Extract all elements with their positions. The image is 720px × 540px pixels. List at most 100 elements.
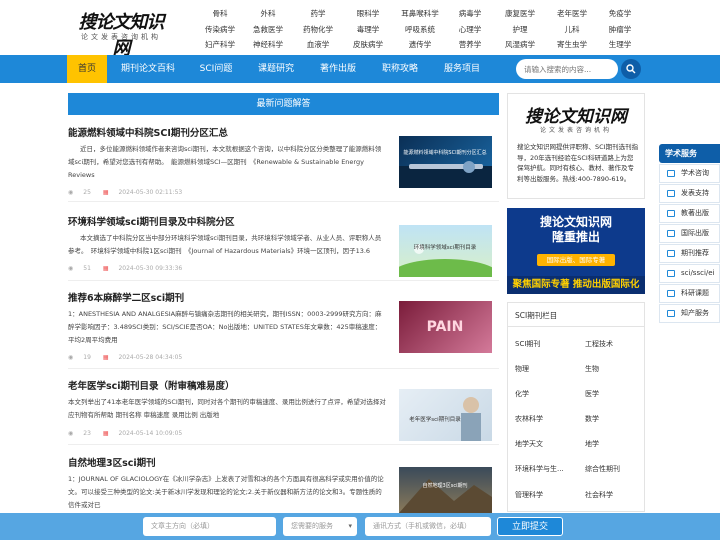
site-intro-box: 搜论文知识网 论文发表咨询机构 搜论文知识网提供评职称、SCI期刊选刊指导，20… [507, 93, 645, 199]
category-link[interactable]: 眼科学 [338, 8, 398, 19]
nav-publishing[interactable]: 著作出版 [310, 55, 366, 83]
article-meta: ◉ 25 ▦ 2024-05-30 02:11:53 [68, 189, 192, 196]
site-logo[interactable]: 搜论文知识网 论文发表咨询机构 [76, 8, 166, 59]
category-link[interactable]: 康复医学 [490, 8, 550, 19]
star-icon [667, 250, 675, 257]
list-item[interactable]: 工程技术 [585, 339, 613, 349]
contact-field[interactable]: 通讯方式（手机或微信，必填） [365, 517, 491, 536]
chevron-down-icon: ▾ [348, 522, 352, 530]
list-item[interactable]: 环境科学与生... [515, 464, 564, 474]
document-icon [667, 270, 675, 277]
search-button[interactable] [621, 59, 641, 79]
article-meta: ◉ 51 ▦ 2024-05-30 09:33:36 [68, 265, 192, 272]
divider [508, 326, 644, 327]
book-icon [667, 210, 675, 217]
nav-home[interactable]: 首页 [67, 55, 107, 83]
submit-button[interactable]: 立即提交 [497, 517, 563, 536]
float-menu-item[interactable]: sci/ssci/ei [659, 264, 720, 283]
article-title[interactable]: 环境科学领域sci期刊目录及中科院分区 [68, 214, 235, 228]
service-select[interactable]: 您需要的服务 ▾ [283, 517, 357, 536]
article-date: 2024-05-28 04:34:05 [118, 354, 183, 361]
thumbnail-caption: 环境科学领域sci期刊目录 [414, 243, 477, 251]
nav-research[interactable]: 课题研究 [248, 55, 304, 83]
float-menu-item[interactable]: 国际出版 [659, 224, 720, 243]
category-link[interactable]: 肿瘤学 [590, 24, 650, 35]
article-title[interactable]: 能源燃料领域中科院SCI期刊分区汇总 [68, 125, 228, 139]
pain-graphic: PAIN [427, 319, 464, 335]
list-item[interactable]: 数学 [585, 414, 599, 424]
article-thumbnail[interactable]: 环境科学领域sci期刊目录 [389, 225, 501, 295]
consult-bar [0, 513, 720, 540]
topic-field[interactable]: 文章主方向（必填） [143, 517, 276, 536]
pipeline-graphic: 能源燃料领域中科院SCI期刊分区汇总 [399, 149, 492, 188]
float-menu-item[interactable]: 知产服务 [659, 304, 720, 323]
article-date: 2024-05-30 02:11:53 [118, 189, 183, 196]
view-count: 23 [83, 430, 91, 437]
globe-icon [667, 230, 675, 237]
float-menu-head[interactable]: 学术服务 [659, 144, 720, 163]
float-menu-item[interactable]: 期刊推荐 [659, 244, 720, 263]
article-thumbnail[interactable]: 自然地理3区sci期刊 [399, 467, 492, 513]
search-input[interactable] [516, 59, 618, 79]
float-menu-item[interactable]: 发表支持 [659, 184, 720, 203]
article-thumbnail[interactable]: 老年医学sci期刊目录 [399, 389, 492, 441]
earth-graphic: 环境科学领域sci期刊目录 [389, 243, 501, 295]
list-item[interactable]: 生物 [585, 364, 599, 374]
thumbnail-caption: 老年医学sci期刊目录 [409, 415, 461, 423]
float-menu-item[interactable]: 教著出版 [659, 204, 720, 223]
nav-journal-wiki[interactable]: 期刊论文百科 [112, 55, 184, 83]
article-thumbnail[interactable]: PAIN [399, 301, 492, 353]
sci-journal-list: SCI期刊栏目 SCI期刊 工程技术 物理 生物 化学 医学 农林科学 数学 地… [507, 302, 645, 512]
float-menu-item[interactable]: 科研课题 [659, 284, 720, 303]
calendar-icon: ▦ [102, 189, 109, 196]
category-link[interactable]: 护理 [490, 24, 550, 35]
list-item[interactable]: 综合性期刊 [585, 464, 620, 474]
eye-icon: ◉ [68, 354, 74, 361]
divider [68, 368, 499, 369]
view-count: 51 [83, 265, 91, 272]
list-item[interactable]: 医学 [585, 389, 599, 399]
category-link[interactable]: 风湿病学 [490, 39, 550, 50]
article-date: 2024-05-30 09:33:36 [118, 265, 183, 272]
promo-banner[interactable]: 搜论文知识网 隆重推出 国际出版、国际专著 聚焦国际专著 推动出版国际化 [507, 208, 645, 294]
view-count: 19 [83, 354, 91, 361]
logo-subtitle: 论文发表咨询机构 [81, 33, 161, 41]
mountain-graphic: 自然地理3区sci期刊 [399, 479, 492, 513]
eye-icon: ◉ [68, 189, 74, 196]
list-item[interactable]: 物理 [515, 364, 529, 374]
site-intro-text: 搜论文知识网提供评职称、SCI期刊选刊指导，20年选刊经验在SCI科研道路上为您… [517, 143, 639, 183]
category-link[interactable]: 免疫学 [590, 8, 650, 19]
list-item[interactable]: 农林科学 [515, 414, 543, 424]
article-title[interactable]: 老年医学sci期刊目录（附审稿难易度） [68, 378, 235, 392]
divider [68, 201, 499, 202]
list-item[interactable]: 管理科学 [515, 490, 543, 500]
sidebar-logo-title: 搜论文知识网 [525, 107, 627, 127]
article-summary: 1：JOURNAL OF GLACIOLOGY在《冰川学杂志》上发表了对雪和冰的… [68, 475, 384, 509]
upload-icon [667, 190, 675, 197]
category-link[interactable]: 皮肤病学 [338, 39, 398, 50]
article-title[interactable]: 推荐6本麻醉学二区sci期刊 [68, 290, 184, 304]
float-menu-item[interactable]: 学术咨询 [659, 164, 720, 183]
category-link[interactable]: 生理学 [590, 39, 650, 50]
eye-icon: ◉ [68, 265, 74, 272]
list-item[interactable]: 化学 [515, 389, 529, 399]
list-item[interactable]: 社会科学 [585, 490, 613, 500]
article-summary: 本文列举出了41本老年医学领域的SCI期刊，同时对各个期刊的审稿速度、录用比例进… [68, 398, 386, 419]
divider [68, 280, 499, 281]
article-meta: ◉ 19 ▦ 2024-05-28 04:34:05 [68, 354, 192, 361]
elderly-graphic: 老年医学sci期刊目录 [409, 397, 481, 441]
list-title: SCI期刊栏目 [515, 311, 558, 320]
article-date: 2024-05-14 10:09:05 [118, 430, 183, 437]
list-item[interactable]: 地学天文 [515, 439, 543, 449]
research-icon [667, 290, 675, 297]
nav-sci-questions[interactable]: SCI问题 [190, 55, 242, 83]
nav-services[interactable]: 服务项目 [434, 55, 490, 83]
article-title[interactable]: 自然地理3区sci期刊 [68, 455, 156, 469]
list-item[interactable]: SCI期刊 [515, 339, 540, 349]
category-link[interactable]: 毒理学 [338, 24, 398, 35]
list-item[interactable]: 地学 [585, 439, 599, 449]
article-thumbnail[interactable]: 能源燃料领域中科院SCI期刊分区汇总 [399, 136, 492, 188]
patent-icon [667, 310, 675, 317]
nav-title-guide[interactable]: 职称攻略 [372, 55, 428, 83]
search-icon [626, 64, 636, 74]
